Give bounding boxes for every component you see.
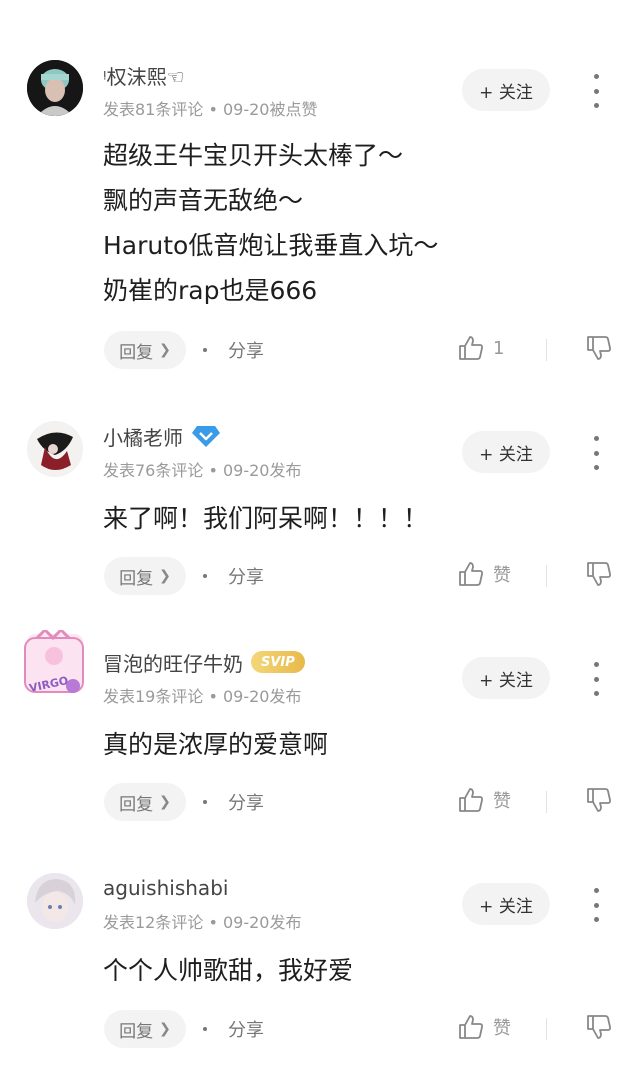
svip-badge: SVIP	[251, 651, 305, 673]
share-button[interactable]: 分享	[228, 337, 264, 363]
comment-actions: 回复 ❯ 分享 赞	[0, 783, 640, 821]
thumbs-down-icon	[587, 1015, 611, 1039]
reply-label: 回复	[119, 568, 154, 589]
avatar[interactable]	[27, 60, 83, 116]
like-button[interactable]: 1	[457, 334, 504, 362]
follow-label: + 关注	[479, 670, 533, 691]
reply-label: 回复	[119, 342, 154, 363]
like-label: 赞	[493, 791, 511, 812]
follow-label: + 关注	[479, 896, 533, 917]
username-text: aguishishabi	[103, 876, 229, 900]
reply-button[interactable]: 回复 ❯	[104, 783, 186, 821]
like-button[interactable]: 赞	[457, 786, 511, 814]
like-button[interactable]: 赞	[457, 560, 511, 588]
dislike-button[interactable]	[585, 1013, 613, 1045]
chevron-right-icon: ❯	[159, 794, 171, 810]
comment-line: 真的是浓厚的爱意啊	[103, 730, 329, 759]
comment-body: 超级王牛宝贝开头太棒了～ 飘的声音无敌绝～ Haruto低音炮让我垂直入坑～ 奶…	[103, 133, 438, 313]
follow-button[interactable]: + 关注	[462, 431, 550, 473]
follow-label: + 关注	[479, 82, 533, 103]
like-count: 1	[493, 337, 505, 359]
username-text: 冒泡的旺仔牛奶	[103, 651, 243, 676]
more-options-icon[interactable]	[582, 436, 610, 470]
username-text: ᵎ权沫熙☜	[103, 64, 185, 89]
comment-line: 奶崔的rap也是666	[103, 276, 318, 305]
more-options-icon[interactable]	[582, 888, 610, 922]
thumbs-up-icon	[459, 562, 483, 586]
comment-meta: 发表81条评论 • 09-20被点赞	[103, 100, 318, 119]
comment-body: 来了啊！我们阿呆啊！！！！	[103, 496, 428, 541]
avatar-image	[27, 873, 83, 929]
comment-item: ᵎ权沫熙☜ 发表81条评论 • 09-20被点赞 + 关注 超级王牛宝贝开头太棒…	[0, 0, 640, 390]
like-label: 赞	[493, 565, 511, 586]
follow-button[interactable]: + 关注	[462, 69, 550, 111]
username-text: 小橘老师	[103, 425, 183, 450]
comment-meta: 发表12条评论 • 09-20发布	[103, 913, 302, 932]
avatar[interactable]: VIRGO	[24, 627, 84, 695]
username[interactable]: 冒泡的旺仔牛奶 SVIP	[103, 648, 305, 676]
username[interactable]: aguishishabi	[103, 874, 228, 902]
share-button[interactable]: 分享	[228, 1016, 264, 1042]
dislike-button[interactable]	[585, 560, 613, 592]
separator-dot	[203, 348, 207, 352]
comment-meta: 发表19条评论 • 09-20发布	[103, 687, 302, 706]
chevron-right-icon: ❯	[159, 568, 171, 584]
dislike-button[interactable]	[585, 786, 613, 818]
reply-button[interactable]: 回复 ❯	[104, 331, 186, 369]
divider	[546, 1018, 547, 1040]
comment-actions: 回复 ❯ 分享 赞	[0, 1010, 640, 1048]
reply-label: 回复	[119, 1021, 154, 1042]
more-options-icon[interactable]	[582, 662, 610, 696]
comment-line: 飘的声音无敌绝～	[103, 186, 304, 215]
dislike-button[interactable]	[585, 334, 613, 366]
comment-actions: 回复 ❯ 分享 1	[0, 331, 640, 369]
thumbs-up-icon	[459, 1015, 483, 1039]
separator-dot	[203, 1027, 207, 1031]
thumbs-down-icon	[587, 562, 611, 586]
comment-line: 超级王牛宝贝开头太棒了～	[103, 141, 404, 170]
like-button[interactable]: 赞	[457, 1013, 511, 1041]
share-button[interactable]: 分享	[228, 563, 264, 589]
thumbs-down-icon	[587, 336, 611, 360]
chevron-right-icon: ❯	[159, 342, 171, 358]
follow-button[interactable]: + 关注	[462, 883, 550, 925]
comment-meta: 发表76条评论 • 09-20发布	[103, 461, 302, 480]
divider	[546, 565, 547, 587]
username[interactable]: ᵎ权沫熙☜	[103, 61, 185, 89]
diamond-badge-icon	[192, 426, 220, 447]
comment-body: 真的是浓厚的爱意啊	[103, 722, 328, 767]
like-label: 赞	[493, 1018, 511, 1039]
comment-line: 来了啊！我们阿呆啊！！！！	[103, 504, 429, 533]
chevron-right-icon: ❯	[159, 1021, 171, 1037]
separator-dot	[203, 574, 207, 578]
reply-label: 回复	[119, 794, 154, 815]
thumbs-up-icon	[459, 336, 483, 360]
comment-line: Haruto低音炮让我垂直入坑～	[103, 231, 439, 260]
avatar-image	[27, 60, 83, 116]
more-options-icon[interactable]	[582, 74, 610, 108]
avatar[interactable]	[27, 873, 83, 929]
reply-button[interactable]: 回复 ❯	[104, 557, 186, 595]
divider	[546, 791, 547, 813]
follow-button[interactable]: + 关注	[462, 657, 550, 699]
comment-body: 个个人帅歌甜，我好爱	[103, 948, 353, 993]
comment-actions: 回复 ❯ 分享 赞	[0, 557, 640, 595]
reply-button[interactable]: 回复 ❯	[104, 1010, 186, 1048]
share-button[interactable]: 分享	[228, 789, 264, 815]
comment-line: 个个人帅歌甜，我好爱	[103, 956, 354, 985]
thumbs-down-icon	[587, 788, 611, 812]
thumbs-up-icon	[459, 788, 483, 812]
username[interactable]: 小橘老师	[103, 422, 221, 450]
separator-dot	[203, 800, 207, 804]
avatar[interactable]	[27, 421, 83, 477]
avatar-image	[27, 421, 83, 477]
follow-label: + 关注	[479, 444, 533, 465]
divider	[546, 339, 547, 361]
